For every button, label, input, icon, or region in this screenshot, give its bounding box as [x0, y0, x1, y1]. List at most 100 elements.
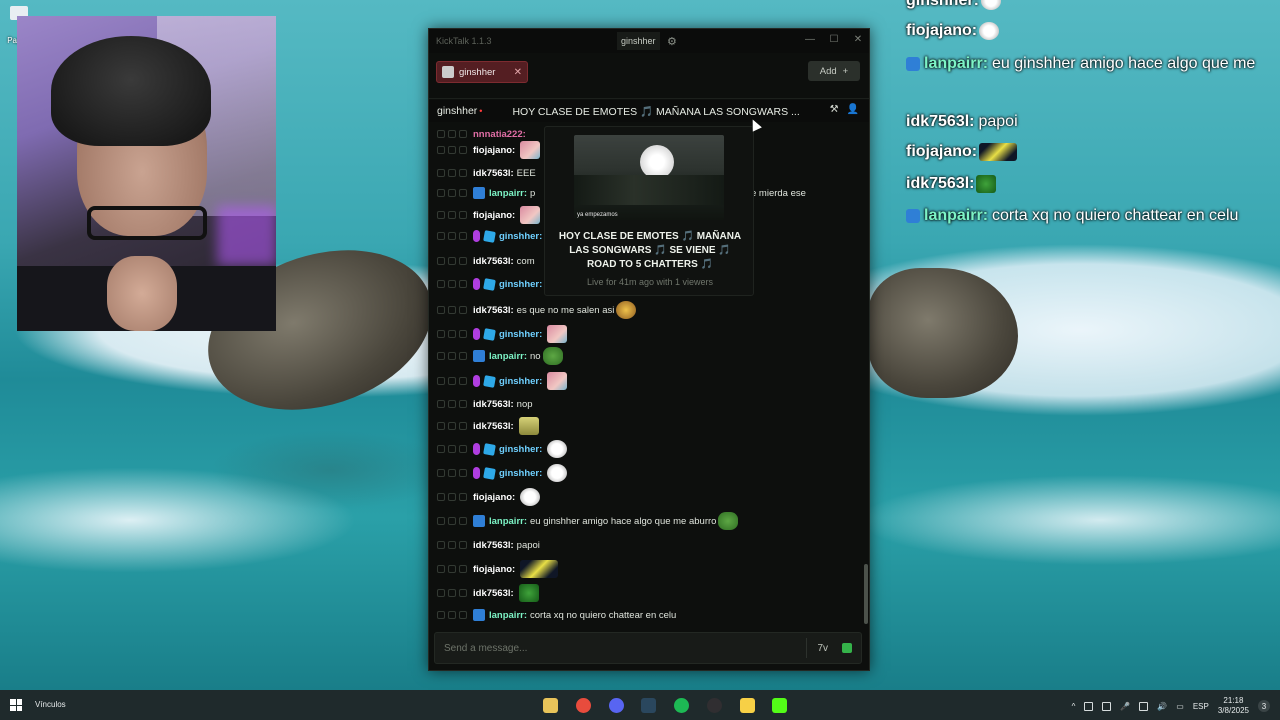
message-username[interactable]: ginshher:	[499, 279, 542, 290]
chat-message[interactable]: ginshher:	[437, 463, 568, 483]
timeout-icon[interactable]	[437, 130, 445, 138]
message-username[interactable]: fiojajano:	[473, 492, 515, 503]
chat-message[interactable]: idk7563l: papoi	[437, 535, 540, 555]
user-list-icon[interactable]: 👤	[847, 104, 859, 115]
taskbar-spotify-icon[interactable]	[674, 698, 689, 713]
volume-icon[interactable]: 🔊	[1157, 702, 1167, 711]
taskbar-chrome-icon[interactable]	[576, 698, 591, 713]
pin-icon[interactable]	[459, 306, 467, 314]
timeout-icon[interactable]	[437, 565, 445, 573]
ban-icon[interactable]	[448, 541, 456, 549]
emote-icon[interactable]	[520, 488, 541, 506]
message-username[interactable]: fiojajano:	[473, 210, 515, 221]
maximize-button[interactable]: ☐	[827, 34, 841, 45]
pin-icon[interactable]	[459, 493, 467, 501]
pin-icon[interactable]	[459, 211, 467, 219]
chat-message[interactable]: fiojajano:	[437, 559, 559, 579]
ban-icon[interactable]	[448, 445, 456, 453]
emote-icon[interactable]	[520, 141, 541, 159]
timeout-icon[interactable]	[437, 517, 445, 525]
pin-icon[interactable]	[459, 611, 467, 619]
taskbar-files-icon[interactable]	[543, 698, 558, 713]
timeout-icon[interactable]	[437, 377, 445, 385]
timeout-icon[interactable]	[437, 352, 445, 360]
tray-display-icon[interactable]	[1102, 701, 1112, 711]
emote-icon[interactable]	[547, 325, 568, 343]
timeout-icon[interactable]	[437, 146, 445, 154]
pin-icon[interactable]	[459, 257, 467, 265]
chat-message[interactable]: idk7563l: nop	[437, 394, 533, 414]
timeout-icon[interactable]	[437, 541, 445, 549]
chat-message[interactable]: fiojajano:	[437, 205, 541, 225]
emote-icon[interactable]	[520, 560, 559, 578]
ban-icon[interactable]	[448, 422, 456, 430]
chat-message[interactable]: lanpairr: eu ginshher amigo hace algo que…	[437, 511, 739, 531]
ban-icon[interactable]	[448, 189, 456, 197]
emote-icon[interactable]	[616, 301, 637, 319]
ban-icon[interactable]	[448, 306, 456, 314]
pin-icon[interactable]	[459, 232, 467, 240]
ban-icon[interactable]	[448, 352, 456, 360]
window-titlebar[interactable]: KickTalk 1.1.3 ginshher ⚙ — ☐ ✕	[429, 29, 869, 53]
mod-tools-icon[interactable]: ⚒	[830, 104, 839, 115]
timeout-icon[interactable]	[437, 445, 445, 453]
ban-icon[interactable]	[448, 565, 456, 573]
message-username[interactable]: ginshher:	[499, 231, 542, 242]
pin-icon[interactable]	[459, 469, 467, 477]
pin-icon[interactable]	[459, 445, 467, 453]
pin-icon[interactable]	[459, 352, 467, 360]
chat-message[interactable]: idk7563l:	[437, 583, 539, 603]
ban-icon[interactable]	[448, 130, 456, 138]
emote-icon[interactable]	[518, 584, 539, 602]
message-username[interactable]: lanpairr:	[489, 188, 527, 199]
pin-icon[interactable]	[459, 589, 467, 597]
clock[interactable]: 21:18 3/8/2025	[1218, 696, 1249, 716]
chat-message[interactable]: lanpairr: corta xq no quiero chattear en …	[437, 605, 676, 625]
pin-icon[interactable]	[459, 541, 467, 549]
ban-icon[interactable]	[448, 232, 456, 240]
message-username[interactable]: lanpairr:	[489, 516, 527, 527]
battery-icon[interactable]: ▭	[1176, 702, 1184, 711]
message-username[interactable]: ginshher:	[499, 468, 542, 479]
message-input[interactable]	[444, 642, 797, 654]
message-username[interactable]: ginshher:	[499, 329, 542, 340]
timeout-icon[interactable]	[437, 493, 445, 501]
chat-message[interactable]: idk7563l: EEE	[437, 163, 536, 183]
windows-start-icon[interactable]	[10, 699, 22, 711]
ban-icon[interactable]	[448, 211, 456, 219]
network-icon[interactable]	[1139, 701, 1149, 711]
timeout-icon[interactable]	[437, 189, 445, 197]
message-username[interactable]: idk7563l:	[473, 256, 514, 267]
timeout-icon[interactable]	[437, 306, 445, 314]
message-username[interactable]: idk7563l:	[473, 588, 514, 599]
message-username[interactable]: idk7563l:	[473, 305, 514, 316]
message-username[interactable]: idk7563l:	[473, 399, 514, 410]
taskbar-notes-icon[interactable]	[740, 698, 755, 713]
pin-icon[interactable]	[459, 377, 467, 385]
taskbar-kick-icon[interactable]	[772, 698, 787, 713]
current-user-button[interactable]: ginshher	[617, 32, 660, 50]
message-username[interactable]: ginshher:	[499, 376, 542, 387]
pin-icon[interactable]	[459, 280, 467, 288]
message-username[interactable]: ginshher:	[499, 444, 542, 455]
timeout-icon[interactable]	[437, 232, 445, 240]
taskbar-steam-icon[interactable]	[641, 698, 656, 713]
chat-message[interactable]: lanpairr: no	[437, 346, 563, 366]
timeout-icon[interactable]	[437, 469, 445, 477]
emote-icon[interactable]	[547, 440, 568, 458]
timeout-icon[interactable]	[437, 211, 445, 219]
pin-icon[interactable]	[459, 330, 467, 338]
chat-message[interactable]: fiojajano:	[437, 487, 541, 507]
close-window-button[interactable]: ✕	[851, 34, 865, 45]
tray-chevron-icon[interactable]: ^	[1072, 702, 1076, 711]
add-channel-button[interactable]: Add +	[808, 61, 860, 81]
seventv-emote-icon[interactable]: 7v	[817, 643, 828, 654]
microphone-icon[interactable]: 🎤	[1120, 702, 1130, 711]
chat-scrollbar[interactable]	[864, 564, 868, 624]
ban-icon[interactable]	[448, 400, 456, 408]
pin-icon[interactable]	[459, 422, 467, 430]
emote-icon[interactable]	[520, 206, 541, 224]
ban-icon[interactable]	[448, 589, 456, 597]
pin-icon[interactable]	[459, 565, 467, 573]
message-username[interactable]: fiojajano:	[473, 145, 515, 156]
